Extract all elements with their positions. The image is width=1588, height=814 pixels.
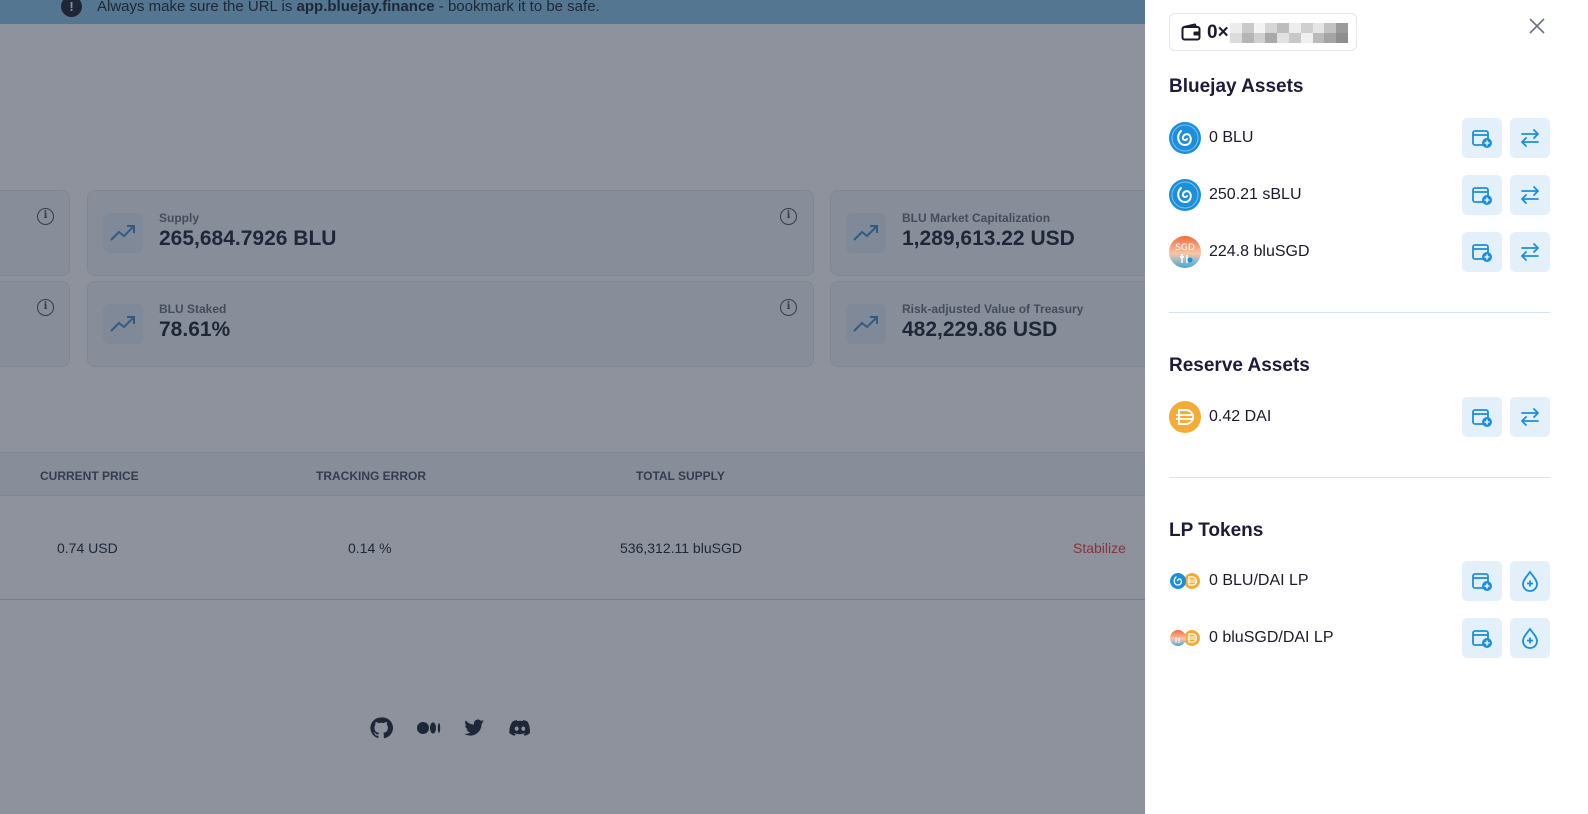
asset-row-blu: 0 BLU: [1169, 118, 1550, 158]
section-title-bluejay-assets: Bluejay Assets: [1169, 76, 1304, 97]
add-to-wallet-button[interactable]: [1462, 397, 1502, 437]
blusgd-token-icon: SGD: [1169, 236, 1201, 268]
sblu-token-icon: [1169, 179, 1201, 211]
add-to-wallet-button[interactable]: [1462, 118, 1502, 158]
asset-amount: 224.8 bluSGD: [1209, 243, 1310, 260]
wallet-address-prefix: 0×: [1207, 22, 1229, 43]
section-divider: [1169, 312, 1550, 313]
asset-amount: 0 bluSGD/DAI LP: [1209, 629, 1334, 646]
add-liquidity-button[interactable]: [1510, 618, 1550, 658]
modal-backdrop[interactable]: [0, 0, 1145, 814]
dai-token-icon: [1169, 401, 1201, 433]
swap-button[interactable]: [1510, 232, 1550, 272]
asset-row-blusgd-dai-lp: 0 bluSGD/DAI LP: [1169, 618, 1550, 658]
section-title-reserve-assets: Reserve Assets: [1169, 355, 1310, 376]
section-divider: [1169, 477, 1550, 478]
svg-text:SGD: SGD: [1175, 243, 1195, 253]
wallet-address-chip[interactable]: 0×: [1169, 13, 1357, 51]
add-liquidity-button[interactable]: [1510, 561, 1550, 601]
wallet-address-redacted: [1230, 23, 1348, 43]
wallet-icon: [1181, 23, 1201, 46]
add-to-wallet-button[interactable]: [1462, 175, 1502, 215]
wallet-drawer: 0× Bluejay Assets 0 BLU 250.21 sBLU SGD …: [1145, 0, 1588, 814]
section-title-lp-tokens: LP Tokens: [1169, 520, 1264, 541]
asset-row-sblu: 250.21 sBLU: [1169, 175, 1550, 215]
blusgd-dai-lp-icon: [1169, 622, 1201, 654]
close-icon[interactable]: [1527, 16, 1547, 36]
swap-button[interactable]: [1510, 118, 1550, 158]
blu-dai-lp-icon: [1169, 565, 1201, 597]
blu-token-icon: [1169, 122, 1201, 154]
asset-amount: 250.21 sBLU: [1209, 186, 1302, 203]
swap-button[interactable]: [1510, 397, 1550, 437]
add-to-wallet-button[interactable]: [1462, 561, 1502, 601]
asset-row-dai: 0.42 DAI: [1169, 397, 1550, 437]
asset-amount: 0.42 DAI: [1209, 408, 1272, 425]
swap-button[interactable]: [1510, 175, 1550, 215]
asset-amount: 0 BLU: [1209, 129, 1254, 146]
add-to-wallet-button[interactable]: [1462, 232, 1502, 272]
add-to-wallet-button[interactable]: [1462, 618, 1502, 658]
asset-row-blusgd: SGD 224.8 bluSGD: [1169, 232, 1550, 272]
asset-amount: 0 BLU/DAI LP: [1209, 572, 1309, 589]
asset-row-blu-dai-lp: 0 BLU/DAI LP: [1169, 561, 1550, 601]
